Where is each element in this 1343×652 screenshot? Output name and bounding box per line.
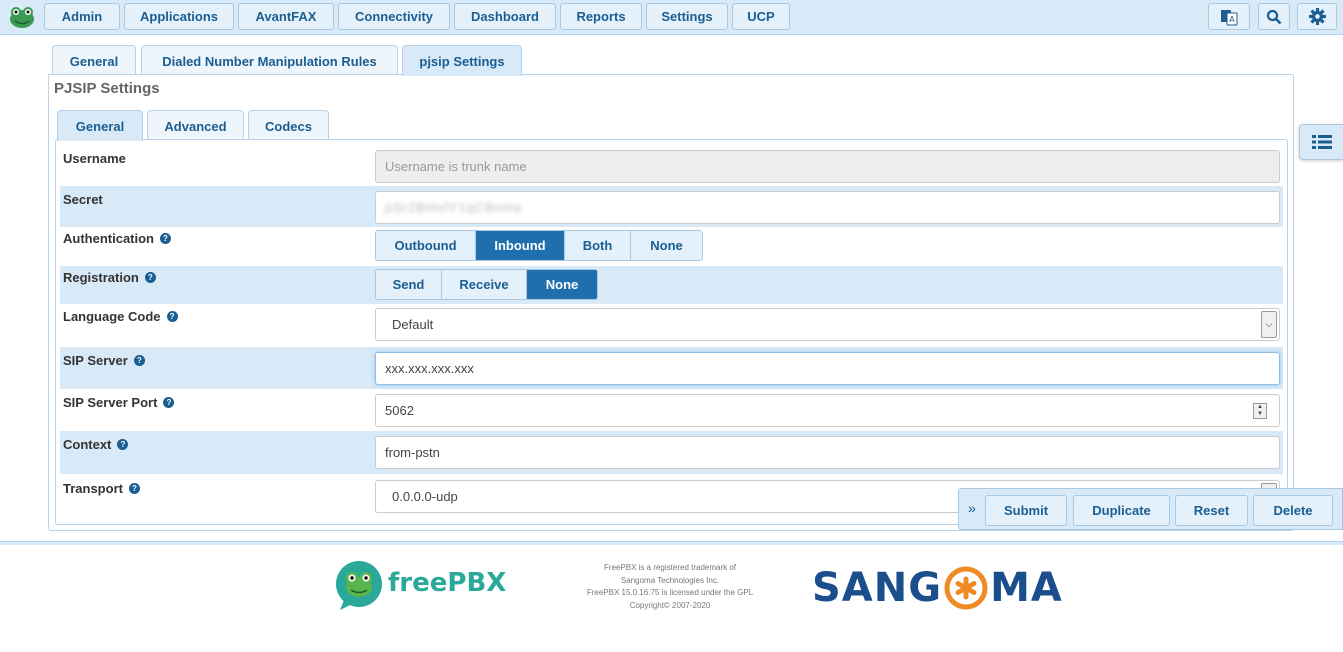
help-icon[interactable]: ? (160, 233, 171, 244)
help-icon[interactable]: ? (166, 311, 178, 322)
subtab-general[interactable]: General (57, 110, 143, 141)
freepbx-logo-icon[interactable] (334, 560, 386, 612)
username-placeholder: Username is trunk name (385, 159, 527, 174)
reg-none-option[interactable]: None (527, 270, 597, 299)
transport-label: Transport? (63, 481, 140, 496)
reg-send-option[interactable]: Send (376, 270, 442, 299)
help-icon[interactable]: ? (133, 355, 145, 366)
reg-receive-option[interactable]: Receive (442, 270, 527, 299)
panel-title: PJSIP Settings (54, 80, 160, 97)
registration-toggle[interactable]: Send Receive None (375, 269, 598, 300)
help-icon[interactable]: ? (117, 439, 129, 450)
sip-server-input[interactable]: xxx.xxx.xxx.xxx (375, 352, 1280, 385)
language-code-value: Default (392, 317, 434, 332)
auth-none-option[interactable]: None (631, 231, 702, 260)
auth-inbound-option[interactable]: Inbound (476, 231, 565, 260)
nav-admin[interactable]: Admin (44, 3, 120, 30)
language-code-label: Language Code? (63, 309, 178, 324)
reset-button[interactable]: Reset (1175, 495, 1248, 526)
row-stripe-registration (60, 266, 1283, 304)
translate-icon: A (1221, 9, 1238, 25)
delete-button[interactable]: Delete (1253, 495, 1333, 526)
context-label: Context? (63, 437, 129, 452)
context-value: from-pstn (385, 445, 440, 460)
nav-avantfax[interactable]: AvantFAX (238, 3, 334, 30)
top-navbar: Admin Applications AvantFAX Connectivity… (0, 0, 1343, 35)
language-code-select[interactable]: Default ⌵ (375, 308, 1280, 341)
tab-pjsip-settings[interactable]: pjsip Settings (402, 45, 522, 76)
number-spinner-icon[interactable]: ▲ ▼ (1253, 403, 1267, 419)
search-button[interactable] (1258, 3, 1290, 30)
chevron-down-icon: ⌵ (1261, 311, 1277, 338)
tab-dialed-number-manipulation-rules[interactable]: Dialed Number Manipulation Rules (141, 45, 398, 76)
duplicate-button[interactable]: Duplicate (1073, 495, 1170, 526)
gear-icon (1308, 8, 1326, 25)
auth-outbound-option[interactable]: Outbound (376, 231, 476, 260)
action-bar: » Submit Duplicate Reset Delete (958, 488, 1343, 530)
footer-divider (0, 541, 1343, 545)
sangoma-asterisk-o-icon (944, 566, 988, 610)
sip-server-port-input[interactable]: 5062 ▲ ▼ (375, 394, 1280, 427)
help-icon[interactable]: ? (128, 483, 140, 494)
sip-server-label: SIP Server? (63, 353, 145, 368)
help-icon[interactable]: ? (163, 397, 175, 408)
auth-both-option[interactable]: Both (565, 231, 631, 260)
context-input[interactable]: from-pstn (375, 436, 1280, 469)
authentication-label: Authentication? (63, 231, 171, 246)
authentication-toggle[interactable]: Outbound Inbound Both None (375, 230, 703, 261)
sip-server-port-label: SIP Server Port? (63, 395, 175, 410)
secret-label: Secret (63, 192, 103, 207)
nav-reports[interactable]: Reports (560, 3, 642, 30)
nav-dashboard[interactable]: Dashboard (454, 3, 556, 30)
sangoma-logo[interactable]: SANG MA (812, 565, 1063, 611)
help-icon[interactable]: ? (144, 272, 156, 283)
nav-applications[interactable]: Applications (124, 3, 234, 30)
subtab-advanced[interactable]: Advanced (147, 110, 244, 141)
transport-value: 0.0.0.0-udp (392, 489, 458, 504)
username-label: Username (63, 151, 126, 166)
freepbx-frog-logo-icon[interactable] (8, 5, 36, 29)
search-icon (1266, 9, 1282, 24)
registration-label: Registration? (63, 270, 156, 285)
nav-connectivity[interactable]: Connectivity (338, 3, 450, 30)
submit-button[interactable]: Submit (985, 495, 1067, 526)
subtab-codecs[interactable]: Codecs (248, 110, 329, 141)
secret-value: pSr2BHsfY1qCBnHa (385, 200, 522, 215)
sip-server-value: xxx.xxx.xxx.xxx (385, 361, 474, 376)
list-icon (1311, 135, 1332, 149)
svg-text:A: A (1229, 15, 1235, 24)
nav-settings[interactable]: Settings (646, 3, 728, 30)
nav-ucp[interactable]: UCP (732, 3, 790, 30)
footer-legal-text: FreePBX is a registered trademark of San… (586, 563, 754, 610)
sip-server-port-value: 5062 (385, 403, 414, 418)
settings-button[interactable] (1297, 3, 1337, 30)
language-button[interactable]: A (1208, 3, 1250, 30)
freepbx-logo-text: freePBX (388, 568, 507, 598)
secret-field[interactable]: pSr2BHsfY1qCBnHa (375, 191, 1280, 224)
collapse-chevron-icon[interactable]: » (968, 500, 976, 516)
side-list-toggle-button[interactable] (1299, 124, 1343, 160)
tab-general[interactable]: General (52, 45, 136, 76)
username-field[interactable]: Username is trunk name (375, 150, 1280, 183)
